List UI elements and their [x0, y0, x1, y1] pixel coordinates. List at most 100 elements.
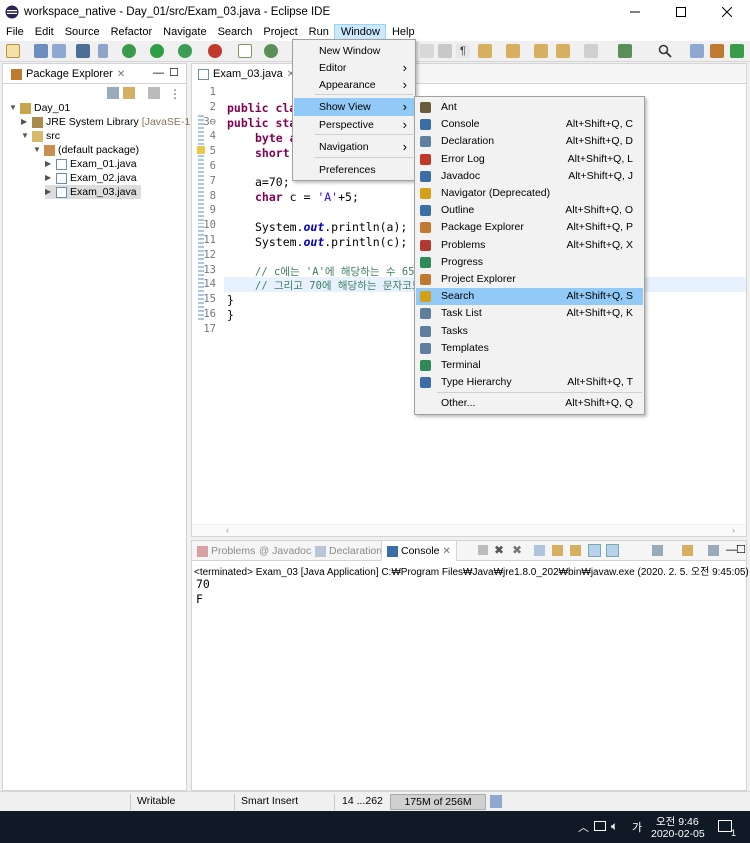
skip-breakpoints-icon[interactable] [98, 44, 108, 58]
scroll-lock-icon[interactable] [552, 545, 563, 556]
tree-item-exam01[interactable]: ▶ Exam_01.java [45, 157, 137, 171]
show-view-item-error-log[interactable]: Error Log Alt+Shift+Q, L [416, 151, 643, 168]
notification-icon[interactable] [718, 820, 732, 832]
next-annotation-icon[interactable] [478, 44, 492, 58]
package-explorer-tab[interactable]: Package Explorer ✕ [5, 64, 131, 84]
show-view-item-problems[interactable]: Problems Alt+Shift+Q, X [416, 237, 643, 254]
debug-icon[interactable] [122, 44, 136, 58]
new-package-icon[interactable] [264, 44, 278, 58]
menu-search[interactable]: Search [212, 24, 258, 41]
code-line-2[interactable]: public cla [227, 101, 296, 115]
show-view-item-other[interactable]: Other... Alt+Shift+Q, Q [416, 395, 643, 412]
back-icon[interactable] [556, 44, 570, 58]
window-menu-item-perspective[interactable]: Perspective › [294, 116, 414, 134]
show-view-item-javadoc[interactable]: Javadoc Alt+Shift+Q, J [416, 168, 643, 185]
last-edit-icon[interactable] [534, 44, 548, 58]
search-icon[interactable] [658, 44, 672, 58]
code-line-10[interactable]: System.out.println(a); [255, 220, 407, 234]
open-console-icon[interactable] [76, 44, 90, 58]
show-view-item-declaration[interactable]: Declaration Alt+Shift+Q, D [416, 133, 643, 150]
maximize-view-icon[interactable]: ☐ [169, 66, 179, 79]
show-view-item-type-hierarchy[interactable]: Type Hierarchy Alt+Shift+Q, T [416, 374, 643, 391]
collapse-all-icon[interactable] [107, 87, 119, 99]
save-icon[interactable] [34, 44, 48, 58]
tree-item-exam03[interactable]: ▶ Exam_03.java [45, 185, 141, 199]
show-view-item-templates[interactable]: Templates [416, 340, 643, 357]
menu-source[interactable]: Source [59, 24, 105, 41]
network-icon[interactable] [594, 821, 606, 831]
menu-navigate[interactable]: Navigate [157, 24, 211, 41]
window-menu-item-navigation[interactable]: Navigation › [294, 138, 414, 156]
heap-status[interactable]: 175M of 256M [390, 794, 486, 810]
close-button[interactable] [704, 0, 750, 24]
open-console-icon[interactable] [708, 545, 719, 556]
window-menu-item-appearance[interactable]: Appearance › [294, 76, 414, 94]
close-icon[interactable]: ✕ [117, 69, 125, 80]
menu-file[interactable]: File [0, 24, 29, 41]
pin-console-icon[interactable] [652, 545, 663, 556]
scroll-right-icon[interactable]: › [732, 525, 735, 535]
code-line-4[interactable]: byte a [255, 131, 297, 145]
tab-javadoc[interactable]: @ Javadoc [256, 541, 314, 561]
tree-item-project[interactable]: ▼ Day_01 [9, 101, 70, 115]
forward-icon[interactable] [584, 44, 598, 58]
view-menu-icon[interactable]: ⋮ [169, 87, 181, 101]
tree-item-jre[interactable]: ▶ JRE System Library [JavaSE-1.8] [21, 115, 202, 129]
window-menu-item-new-window[interactable]: New Window [294, 42, 414, 60]
menu-edit[interactable]: Edit [29, 24, 59, 41]
clear-console-icon[interactable] [534, 545, 545, 556]
coverage-icon[interactable] [178, 44, 192, 58]
run-icon[interactable] [150, 44, 164, 58]
minimize-button[interactable] [612, 0, 658, 24]
debug-perspective-icon[interactable] [730, 44, 744, 58]
code-line-7[interactable]: a=70; [255, 175, 290, 189]
code-line-16[interactable]: } [227, 308, 234, 322]
horizontal-scrollbar[interactable]: ‹ › [192, 524, 746, 536]
code-line-3[interactable]: public sta [227, 116, 296, 130]
show-hidden-icons-icon[interactable]: ︿ [578, 819, 589, 835]
close-icon[interactable]: ✕ [443, 546, 451, 557]
chevron-right-icon[interactable]: ▶ [45, 174, 53, 182]
tree-item-src[interactable]: ▼ src [21, 129, 60, 143]
link-editor-icon[interactable] [123, 87, 135, 99]
filters-icon[interactable] [148, 87, 160, 99]
toolbar-icon-a[interactable] [420, 44, 434, 58]
chevron-down-icon[interactable]: ▼ [21, 132, 29, 140]
show-whitespace-icon[interactable]: ¶ [456, 44, 470, 58]
menu-refactor[interactable]: Refactor [105, 24, 158, 41]
code-line-13[interactable]: // c에는 'A'에 해당하는 수 65가 [255, 264, 424, 279]
new-icon[interactable] [6, 44, 20, 58]
tab-declaration[interactable]: Declaration [312, 541, 385, 561]
window-menu-item-editor[interactable]: Editor › [294, 59, 414, 77]
toolbar-icon-b[interactable] [438, 44, 452, 58]
clock-time[interactable]: 오전 9:46 [656, 814, 699, 829]
code-line-8[interactable]: char c = 'A'+5; [255, 190, 359, 204]
show-view-item-ant[interactable]: Ant [416, 99, 643, 116]
ime-indicator[interactable]: 가 [632, 819, 642, 835]
show-view-item-tasks[interactable]: Tasks [416, 323, 643, 340]
scroll-left-icon[interactable]: ‹ [226, 525, 229, 535]
minimize-view-icon[interactable]: — [153, 67, 164, 79]
chevron-down-icon[interactable]: ▼ [33, 146, 41, 154]
remove-all-icon[interactable]: ✖ [512, 543, 522, 557]
save-all-icon[interactable] [52, 44, 66, 58]
code-line-14[interactable]: // 그리고 70에 해당하는 문자코드 [255, 278, 422, 293]
chevron-right-icon[interactable]: ▶ [45, 160, 53, 168]
chevron-right-icon[interactable]: ▶ [21, 118, 29, 126]
clock-date[interactable]: 2020-02-05 [651, 828, 705, 840]
maximize-button[interactable] [658, 0, 704, 24]
code-line-15[interactable]: } [227, 293, 234, 307]
tab-console[interactable]: Console ✕ [381, 541, 457, 561]
window-menu-item-show-view[interactable]: Show View › [294, 98, 414, 116]
pin-editor-icon[interactable] [618, 44, 632, 58]
volume-icon[interactable]: 🔈︎ [611, 819, 618, 834]
java-perspective-icon[interactable] [710, 44, 724, 58]
show-view-item-console[interactable]: Console Alt+Shift+Q, C [416, 116, 643, 133]
code-line-11[interactable]: System.out.println(c); [255, 235, 407, 249]
tree-item-exam02[interactable]: ▶ Exam_02.java [45, 171, 137, 185]
window-menu-item-preferences[interactable]: Preferences [294, 161, 414, 179]
word-wrap-icon[interactable] [570, 545, 581, 556]
show-view-item-terminal[interactable]: Terminal [416, 357, 643, 374]
show-on-stderr-icon[interactable] [606, 544, 619, 557]
run-gc-icon[interactable] [490, 795, 502, 808]
